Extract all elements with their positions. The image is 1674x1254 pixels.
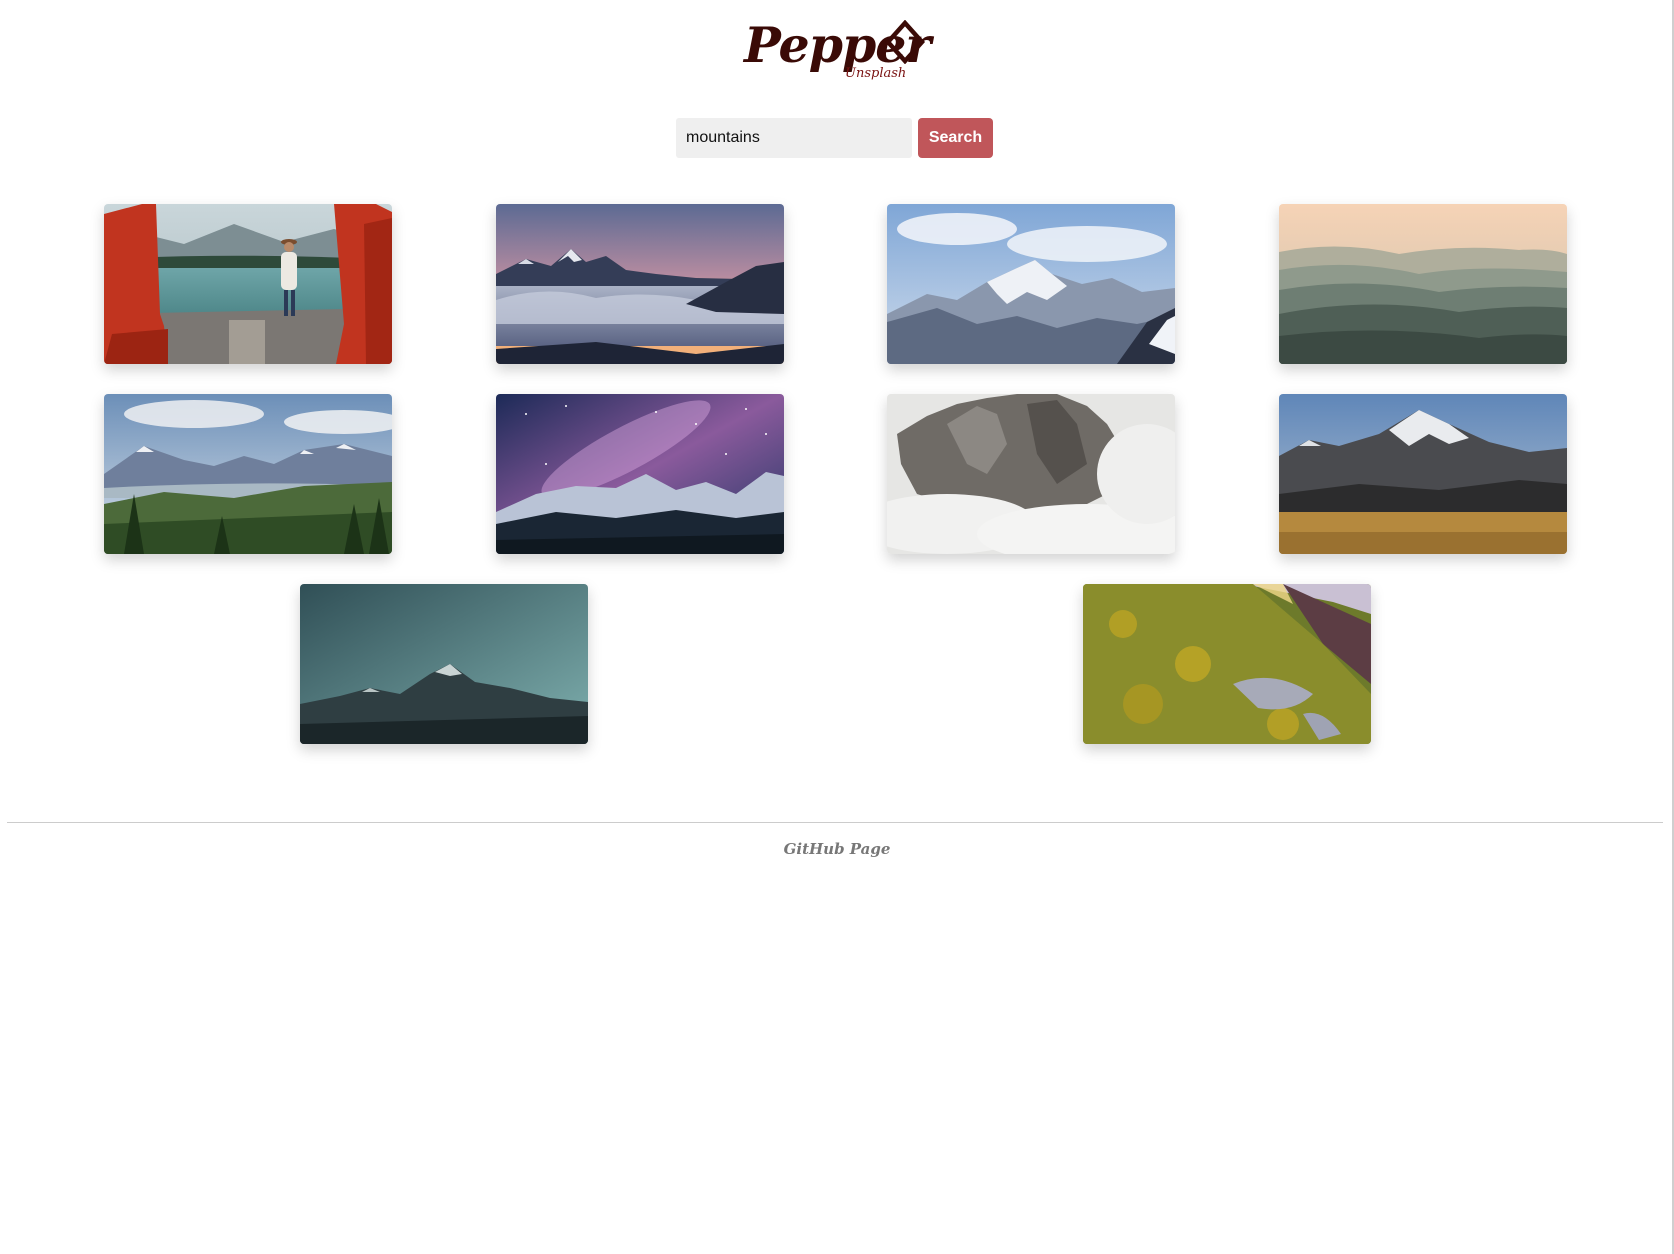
photo-image: [104, 394, 392, 554]
photo-card[interactable]: [104, 204, 392, 364]
search-bar: Search: [676, 118, 993, 158]
photo-card[interactable]: [887, 204, 1175, 364]
photo-image: [887, 394, 1175, 554]
photo-card[interactable]: [496, 204, 784, 364]
search-input[interactable]: [676, 118, 912, 158]
logo[interactable]: Pepper Unsplash: [744, 14, 934, 89]
photo-image: [887, 204, 1175, 364]
photo-image: [496, 204, 784, 364]
photo-card[interactable]: [1279, 394, 1567, 554]
footer-divider: [7, 822, 1663, 823]
diamond-icon: [884, 20, 926, 64]
search-button[interactable]: Search: [918, 118, 993, 158]
github-page-link[interactable]: GitHub Page: [0, 840, 1674, 858]
photo-card[interactable]: [1279, 204, 1567, 364]
photo-image: [104, 204, 392, 364]
photo-card[interactable]: [1083, 584, 1371, 744]
photo-image: [300, 584, 588, 744]
photo-image: [1279, 394, 1567, 554]
photo-image: [496, 394, 784, 554]
logo-subtext: Unsplash: [845, 66, 907, 81]
page: Pepper Unsplash Search: [0, 0, 1674, 1254]
photo-image: [1083, 584, 1371, 744]
photo-card[interactable]: [496, 394, 784, 554]
photo-image: [1279, 204, 1567, 364]
photo-card[interactable]: [887, 394, 1175, 554]
photo-card[interactable]: [104, 394, 392, 554]
photo-card[interactable]: [300, 584, 588, 744]
